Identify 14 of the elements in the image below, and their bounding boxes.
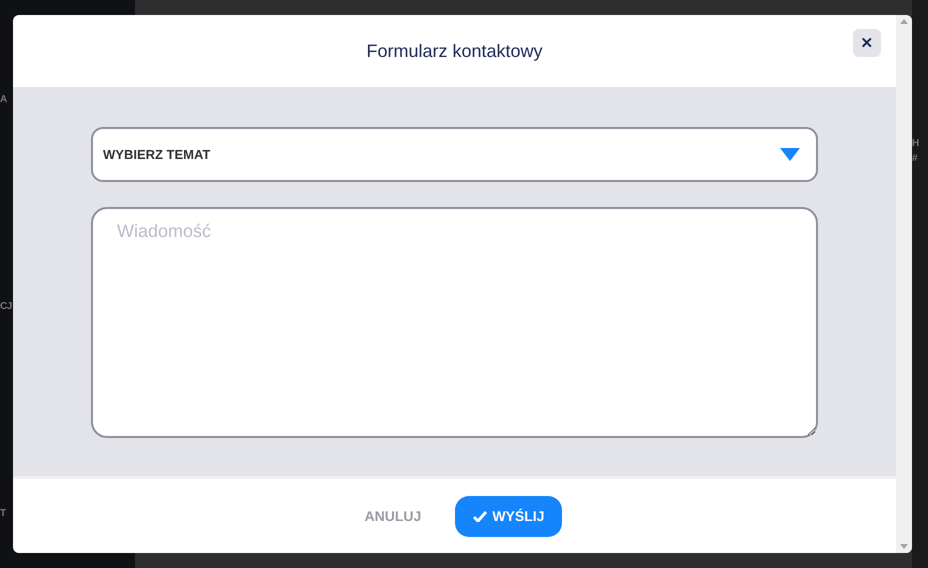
scroll-down-icon[interactable] — [900, 544, 908, 549]
background-text: A — [0, 94, 7, 105]
close-button[interactable]: ✕ — [853, 29, 881, 57]
background-text: H — [912, 138, 919, 149]
send-button[interactable]: WYŚLIJ — [455, 496, 562, 536]
background-text: CJ — [0, 301, 12, 312]
scroll-up-icon[interactable] — [900, 19, 908, 24]
caret-icon — [780, 148, 800, 161]
check-icon — [473, 510, 488, 522]
message-field[interactable]: Wiadomość — [91, 207, 818, 438]
topic-select[interactable]: WYBIERZ TEMAT — [91, 127, 818, 182]
background-text: T — [0, 508, 6, 519]
background-text: # — [912, 153, 918, 164]
dialog-title: Formularz kontaktowy — [366, 40, 543, 62]
